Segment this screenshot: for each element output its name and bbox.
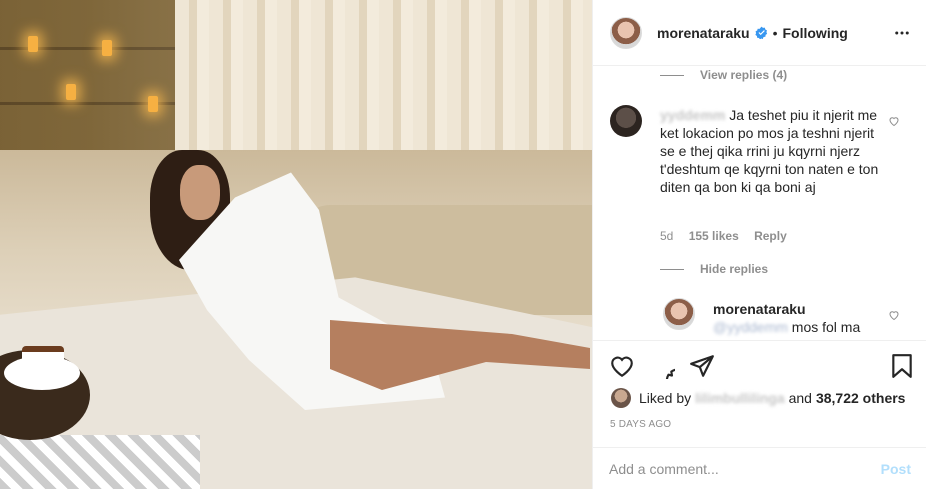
comment-icon[interactable] — [649, 353, 675, 379]
post-comment-button[interactable]: Post — [881, 461, 911, 477]
following-button[interactable]: Following — [783, 25, 848, 41]
reply-button[interactable]: Reply — [754, 229, 787, 243]
post-actions — [593, 340, 926, 390]
wall-shelf — [0, 0, 175, 160]
comment: yyddemm Ja teshet piu it njerit me ket l… — [660, 106, 880, 196]
comment-meta: 5d 155 likes Reply — [660, 229, 787, 243]
liked-by-prefix: Liked by — [639, 390, 692, 406]
post-details-panel: morenataraku • Following View replies (4… — [592, 0, 926, 489]
liker-avatar[interactable] — [611, 388, 631, 408]
liked-by-and: and — [788, 390, 812, 406]
candle-light — [148, 96, 158, 112]
commenter-username[interactable]: yyddemm — [660, 107, 725, 123]
verified-badge-icon — [754, 26, 767, 39]
candle-light — [102, 40, 112, 56]
view-replies-label: View replies (4) — [700, 68, 788, 82]
post-photo[interactable] — [0, 0, 592, 489]
post-date[interactable]: 5 DAYS AGO — [610, 419, 671, 430]
comment-like-heart-icon[interactable] — [888, 115, 900, 127]
reply-author-avatar[interactable] — [663, 298, 695, 330]
author-username[interactable]: morenataraku — [657, 25, 750, 41]
reply-comment: morenataraku @yyddemm mos fol ma — [713, 300, 893, 336]
separator-dot: • — [772, 24, 778, 41]
share-icon[interactable] — [689, 353, 715, 379]
comment-age: 5d — [660, 229, 674, 243]
bookmark-icon[interactable] — [889, 353, 915, 379]
divider-line — [660, 74, 684, 76]
hide-replies-button[interactable]: Hide replies — [660, 262, 768, 276]
author-avatar[interactable] — [610, 16, 642, 49]
more-options-icon[interactable] — [893, 24, 911, 42]
add-comment-input[interactable] — [609, 460, 881, 477]
post-header: morenataraku • Following — [593, 0, 926, 66]
candle-light — [66, 84, 76, 100]
reply-text: mos fol ma — [791, 319, 861, 335]
face — [180, 165, 220, 220]
comment-likes[interactable]: 155 likes — [689, 229, 739, 243]
divider-line — [660, 268, 684, 270]
reply-like-heart-icon[interactable] — [888, 309, 900, 321]
candle-light — [28, 36, 38, 52]
heart-icon[interactable] — [609, 353, 635, 379]
reply-author-username[interactable]: morenataraku — [713, 300, 893, 318]
add-comment-bar: Post — [593, 447, 926, 489]
hide-replies-label: Hide replies — [700, 262, 769, 276]
likes-summary: Liked by lilimbullilinga and 38,722 othe… — [611, 388, 905, 408]
coffee-cup — [22, 346, 64, 382]
liked-by-user[interactable]: lilimbullilinga — [695, 390, 784, 406]
commenter-avatar[interactable] — [610, 105, 642, 137]
comments-list[interactable]: View replies (4) yyddemm Ja teshet piu i… — [593, 66, 926, 340]
view-replies-button[interactable]: View replies (4) — [660, 68, 787, 82]
reply-mention[interactable]: @yyddemm — [713, 319, 788, 335]
likes-count[interactable]: 38,722 others — [816, 390, 906, 406]
floor-tiles — [0, 435, 200, 489]
